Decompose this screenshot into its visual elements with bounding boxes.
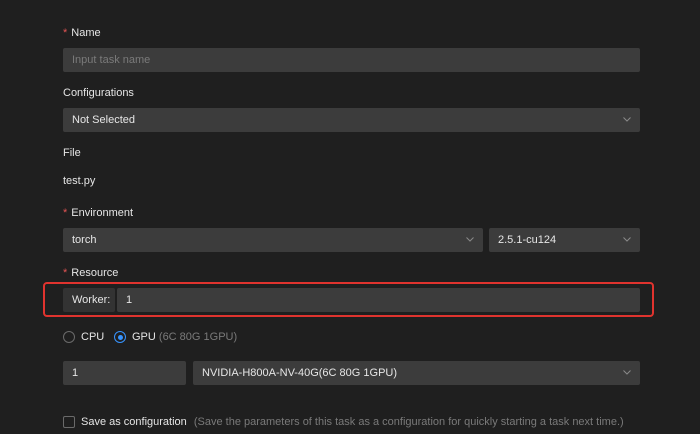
file-value: test.py (63, 175, 96, 187)
gpu-model-value: NVIDIA-H800A-NV-40G(6C 80G 1GPU) (202, 367, 398, 379)
cpu-radio[interactable] (63, 331, 75, 343)
save-config-label-text: Save as configuration (81, 416, 187, 428)
name-placeholder: Input task name (72, 54, 151, 66)
gpu-spec: (6C 80G 1GPU) (158, 331, 238, 343)
resource-label: * Resource (63, 267, 119, 279)
gpu-label: GPU (6C 80G 1GPU) (132, 331, 237, 343)
cpu-label: CPU (81, 331, 105, 343)
required-mark: * (63, 27, 68, 39)
save-config-checkbox[interactable] (63, 416, 75, 428)
environment-version-select[interactable]: 2.5.1-cu124 (489, 228, 640, 252)
configurations-label: Configurations (63, 87, 134, 99)
environment-label: * Environment (63, 207, 134, 219)
chevron-down-icon (623, 115, 631, 123)
environment-framework-select[interactable]: torch (63, 228, 483, 252)
chevron-down-icon (623, 235, 631, 243)
gpu-radio-dot (117, 334, 123, 340)
gpu-count-value: 1 (72, 367, 79, 379)
name-input[interactable]: Input task name (63, 48, 640, 72)
name-label: * Name (63, 27, 101, 39)
gpu-count-input[interactable]: 1 (63, 361, 186, 385)
worker-input[interactable]: 1 (117, 288, 640, 312)
chevron-down-icon (623, 368, 631, 376)
required-mark: * (63, 267, 68, 279)
file-label: File (63, 147, 81, 159)
worker-label-text: Worker: (72, 294, 111, 306)
save-config-label[interactable]: Save as configuration (Save the paramete… (81, 416, 624, 428)
gpu-label-text: GPU (132, 331, 156, 343)
gpu-radio[interactable] (114, 331, 126, 343)
configurations-value: Not Selected (72, 114, 135, 126)
environment-version-value: 2.5.1-cu124 (498, 234, 557, 246)
required-mark: * (63, 207, 68, 219)
environment-framework-value: torch (72, 234, 97, 246)
chevron-down-icon (466, 235, 474, 243)
configurations-select[interactable]: Not Selected (63, 108, 640, 132)
worker-value: 1 (126, 294, 133, 306)
worker-label: Worker: (63, 288, 115, 312)
gpu-model-select[interactable]: NVIDIA-H800A-NV-40G(6C 80G 1GPU) (193, 361, 640, 385)
save-config-hint: (Save the parameters of this task as a c… (193, 416, 624, 428)
